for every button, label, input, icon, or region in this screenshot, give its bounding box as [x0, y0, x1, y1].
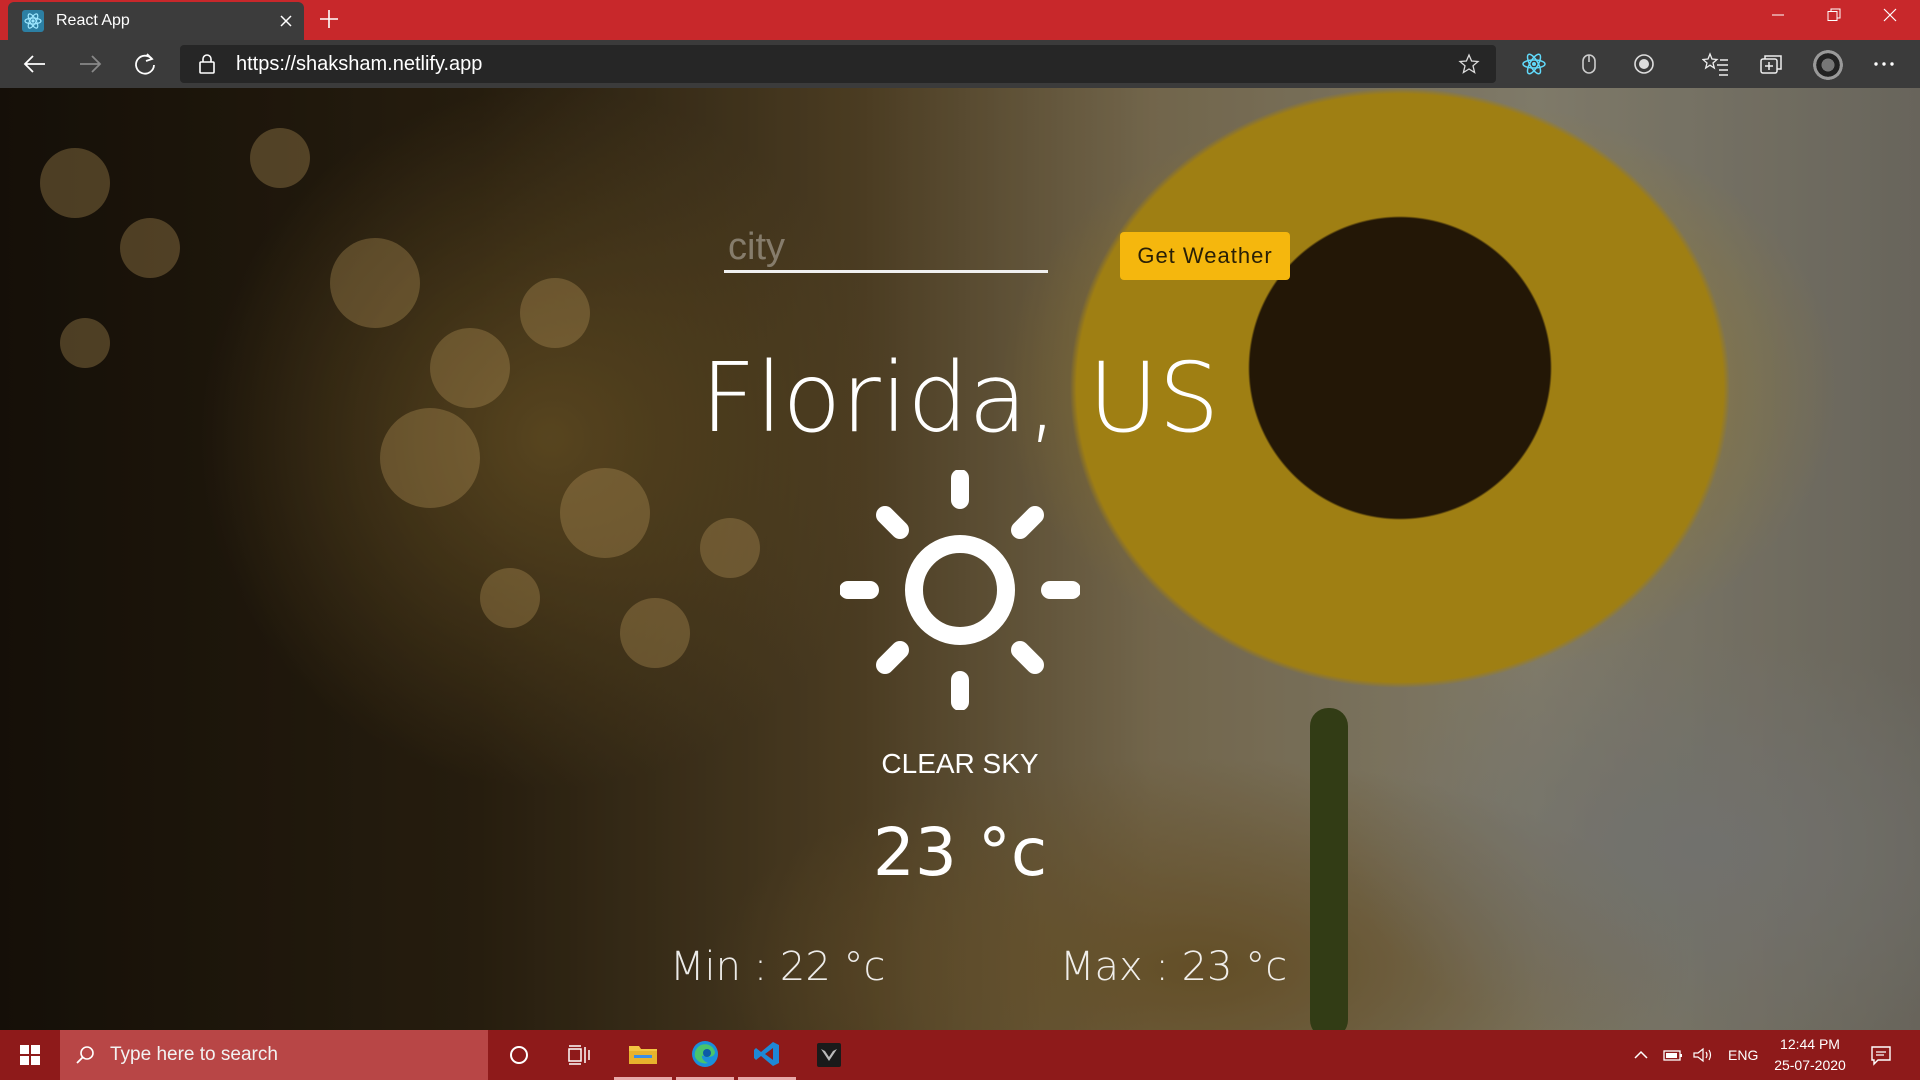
record-extension-icon[interactable] — [1630, 50, 1658, 78]
location-title: Florida, US — [700, 342, 1220, 454]
mouse-extension-icon[interactable] — [1575, 50, 1603, 78]
edge-browser-taskbar[interactable] — [676, 1030, 734, 1080]
browser-toolbar: https://shaksham.netlify.app — [0, 40, 1920, 88]
sun-icon — [840, 470, 1080, 710]
react-favicon-icon — [22, 10, 44, 32]
title-bar: React App — [0, 0, 1920, 40]
windows-taskbar: Type here to search ENG 12:44 PM 25-07-2… — [0, 1030, 1920, 1080]
language-indicator[interactable]: ENG — [1728, 1047, 1758, 1063]
minimize-button[interactable] — [1750, 0, 1806, 30]
restore-icon — [1827, 8, 1841, 21]
taskbar-search-box[interactable]: Type here to search — [60, 1030, 488, 1080]
folder-icon — [629, 1045, 657, 1064]
edge-icon — [692, 1040, 718, 1067]
task-view-icon — [568, 1045, 590, 1065]
react-devtools-icon[interactable] — [1520, 50, 1548, 78]
profile-avatar[interactable] — [1813, 50, 1843, 80]
min-temperature: Min : 22 °c — [670, 944, 886, 990]
close-window-button[interactable] — [1862, 0, 1918, 30]
collections-icon[interactable] — [1757, 50, 1785, 78]
predator-sense-icon — [817, 1043, 841, 1067]
search-placeholder: Type here to search — [110, 1044, 278, 1065]
more-options-icon[interactable] — [1870, 50, 1898, 78]
notification-icon — [1871, 1046, 1891, 1066]
close-icon — [1883, 8, 1897, 22]
start-button[interactable] — [0, 1030, 60, 1080]
game-app-taskbar[interactable] — [800, 1030, 858, 1080]
favorite-star-icon[interactable] — [1458, 53, 1480, 75]
task-view-button[interactable] — [550, 1030, 608, 1080]
tab-title: React App — [56, 12, 130, 29]
action-center-button[interactable] — [1852, 1030, 1910, 1080]
system-tray: ENG — [1632, 1030, 1758, 1080]
favorites-list-icon[interactable] — [1702, 50, 1730, 78]
get-weather-button[interactable]: Get Weather — [1120, 232, 1290, 280]
city-input[interactable] — [724, 224, 1048, 273]
cortana-circle-icon — [510, 1046, 528, 1064]
vscode-taskbar[interactable] — [738, 1030, 796, 1080]
clock-time: 12:44 PM — [1780, 1036, 1840, 1052]
chevron-up-icon[interactable] — [1632, 1046, 1650, 1064]
lock-icon — [199, 54, 215, 74]
vscode-icon — [754, 1041, 779, 1066]
file-explorer-taskbar[interactable] — [614, 1030, 672, 1080]
refresh-icon[interactable] — [131, 50, 159, 78]
weather-app-page: Get Weather Florida, US CLEAR SKY 23 °c … — [0, 88, 1920, 1030]
volume-icon[interactable] — [1692, 1046, 1714, 1064]
windows-logo-icon — [20, 1045, 40, 1065]
new-tab-icon[interactable] — [318, 8, 340, 30]
url-text[interactable]: https://shaksham.netlify.app — [236, 53, 1458, 76]
browser-tab[interactable]: React App — [8, 2, 304, 40]
clock-date: 25-07-2020 — [1774, 1057, 1846, 1073]
max-temperature: Max : 23 °c — [1060, 944, 1288, 990]
weather-condition: CLEAR SKY — [881, 748, 1039, 779]
forward-arrow-icon[interactable] — [76, 50, 104, 78]
close-tab-icon[interactable] — [278, 13, 294, 29]
cortana-button[interactable] — [490, 1030, 548, 1080]
current-temperature: 23 °c — [872, 814, 1048, 891]
address-bar[interactable]: https://shaksham.netlify.app — [180, 45, 1496, 83]
minimize-icon — [1772, 14, 1784, 16]
taskbar-clock[interactable]: 12:44 PM 25-07-2020 — [1762, 1034, 1858, 1076]
search-icon — [76, 1046, 94, 1064]
battery-icon[interactable] — [1662, 1046, 1684, 1064]
back-arrow-icon[interactable] — [21, 50, 49, 78]
restore-button[interactable] — [1806, 0, 1862, 30]
